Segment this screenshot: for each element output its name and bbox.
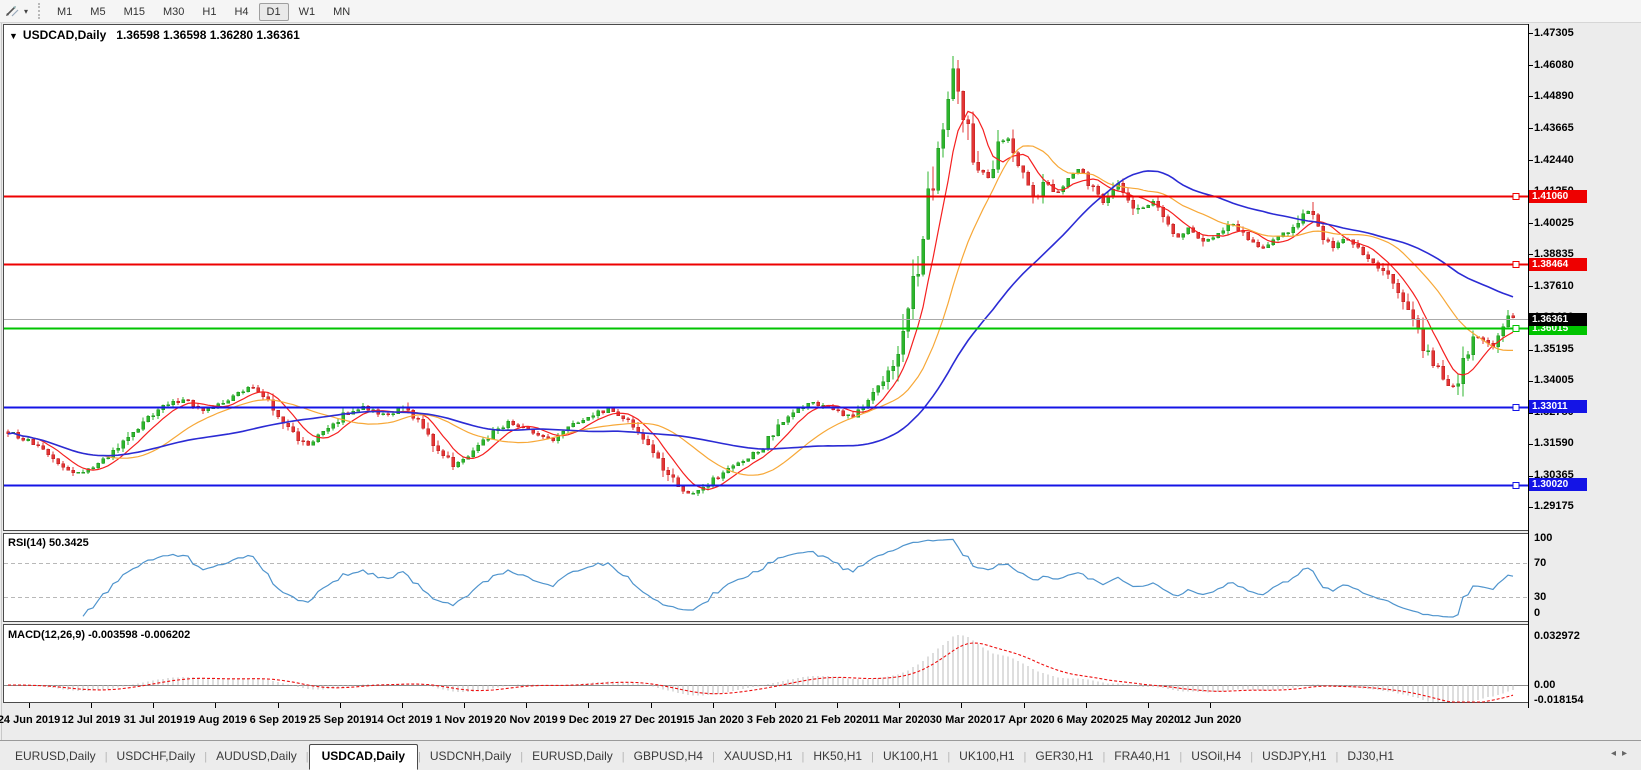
- toolbar-dropdown-icon[interactable]: ▾: [24, 7, 28, 16]
- chart-tab-usdcad-daily[interactable]: USDCAD,Daily: [308, 744, 418, 770]
- timeframe-button-h4[interactable]: H4: [226, 3, 256, 21]
- chart-tab-usdchf-daily[interactable]: USDCHF,Daily: [108, 745, 205, 769]
- chart-tab-fra40-h1[interactable]: FRA40,H1: [1105, 745, 1179, 769]
- chart-tab-eurusd-daily[interactable]: EURUSD,Daily: [523, 745, 622, 769]
- toolbar-grip-handle[interactable]: [38, 3, 41, 19]
- timeframe-button-m30[interactable]: M30: [155, 3, 192, 21]
- price-axis-ticks: [1528, 33, 1533, 508]
- chart-window: ▼ USDCAD,Daily 1.36598 1.36598 1.36280 1.3…: [0, 0, 1641, 740]
- timeframe-buttons: M1 M5 M15 M30 H1 H4 D1 W1 MN: [48, 2, 359, 21]
- draw-tool-icon[interactable]: ▾: [4, 3, 28, 19]
- line-tool-glyph: [6, 6, 19, 17]
- symbol-tab-bar: EURUSD,Daily | USDCHF,Daily | AUDUSD,Daily | U…: [0, 740, 1641, 770]
- chart-tab-audusd-daily[interactable]: AUDUSD,Daily: [207, 745, 306, 769]
- timeframe-button-h1[interactable]: H1: [194, 3, 224, 21]
- timeframe-button-mn[interactable]: MN: [325, 3, 358, 21]
- timeframe-button-d1[interactable]: D1: [258, 3, 289, 21]
- chart-tab-usdjpy-h1[interactable]: USDJPY,H1: [1253, 745, 1335, 769]
- tab-scroll-arrows: ◂▸: [1611, 748, 1633, 759]
- tab-scroll-left-icon[interactable]: ◂: [1611, 748, 1622, 759]
- timeframe-button-m5[interactable]: M5: [82, 3, 113, 21]
- timeframe-toolbar: ▾ M1 M5 M15 M30 H1 H4 D1 W1 MN: [0, 0, 1641, 23]
- timeframe-button-m15[interactable]: M15: [116, 3, 153, 21]
- chart-tab-ger30-h1[interactable]: GER30,H1: [1026, 745, 1102, 769]
- timeframe-button-w1[interactable]: W1: [291, 3, 324, 21]
- chart-panels: [3, 24, 1529, 703]
- chart-tab-dj30-h1[interactable]: DJ30,H1: [1338, 745, 1403, 769]
- timeframe-button-m1[interactable]: M1: [49, 3, 80, 21]
- tab-scroll-right-icon[interactable]: ▸: [1622, 748, 1633, 759]
- chart-tab-usdcnh-daily[interactable]: USDCNH,Daily: [421, 745, 520, 769]
- chart-tab-usoil-h4[interactable]: USOil,H4: [1182, 745, 1250, 769]
- chart-tab-eurusd-daily[interactable]: EURUSD,Daily: [6, 745, 105, 769]
- chart-tab-uk100-h1[interactable]: UK100,H1: [950, 745, 1023, 769]
- chart-tab-xauusd-h1[interactable]: XAUUSD,H1: [715, 745, 802, 769]
- chart-tab-hk50-h1[interactable]: HK50,H1: [804, 745, 871, 769]
- chart-tab-gbpusd-h4[interactable]: GBPUSD,H4: [625, 745, 712, 769]
- chart-tab-uk100-h1[interactable]: UK100,H1: [874, 745, 947, 769]
- date-axis-ticks: [29, 703, 1211, 708]
